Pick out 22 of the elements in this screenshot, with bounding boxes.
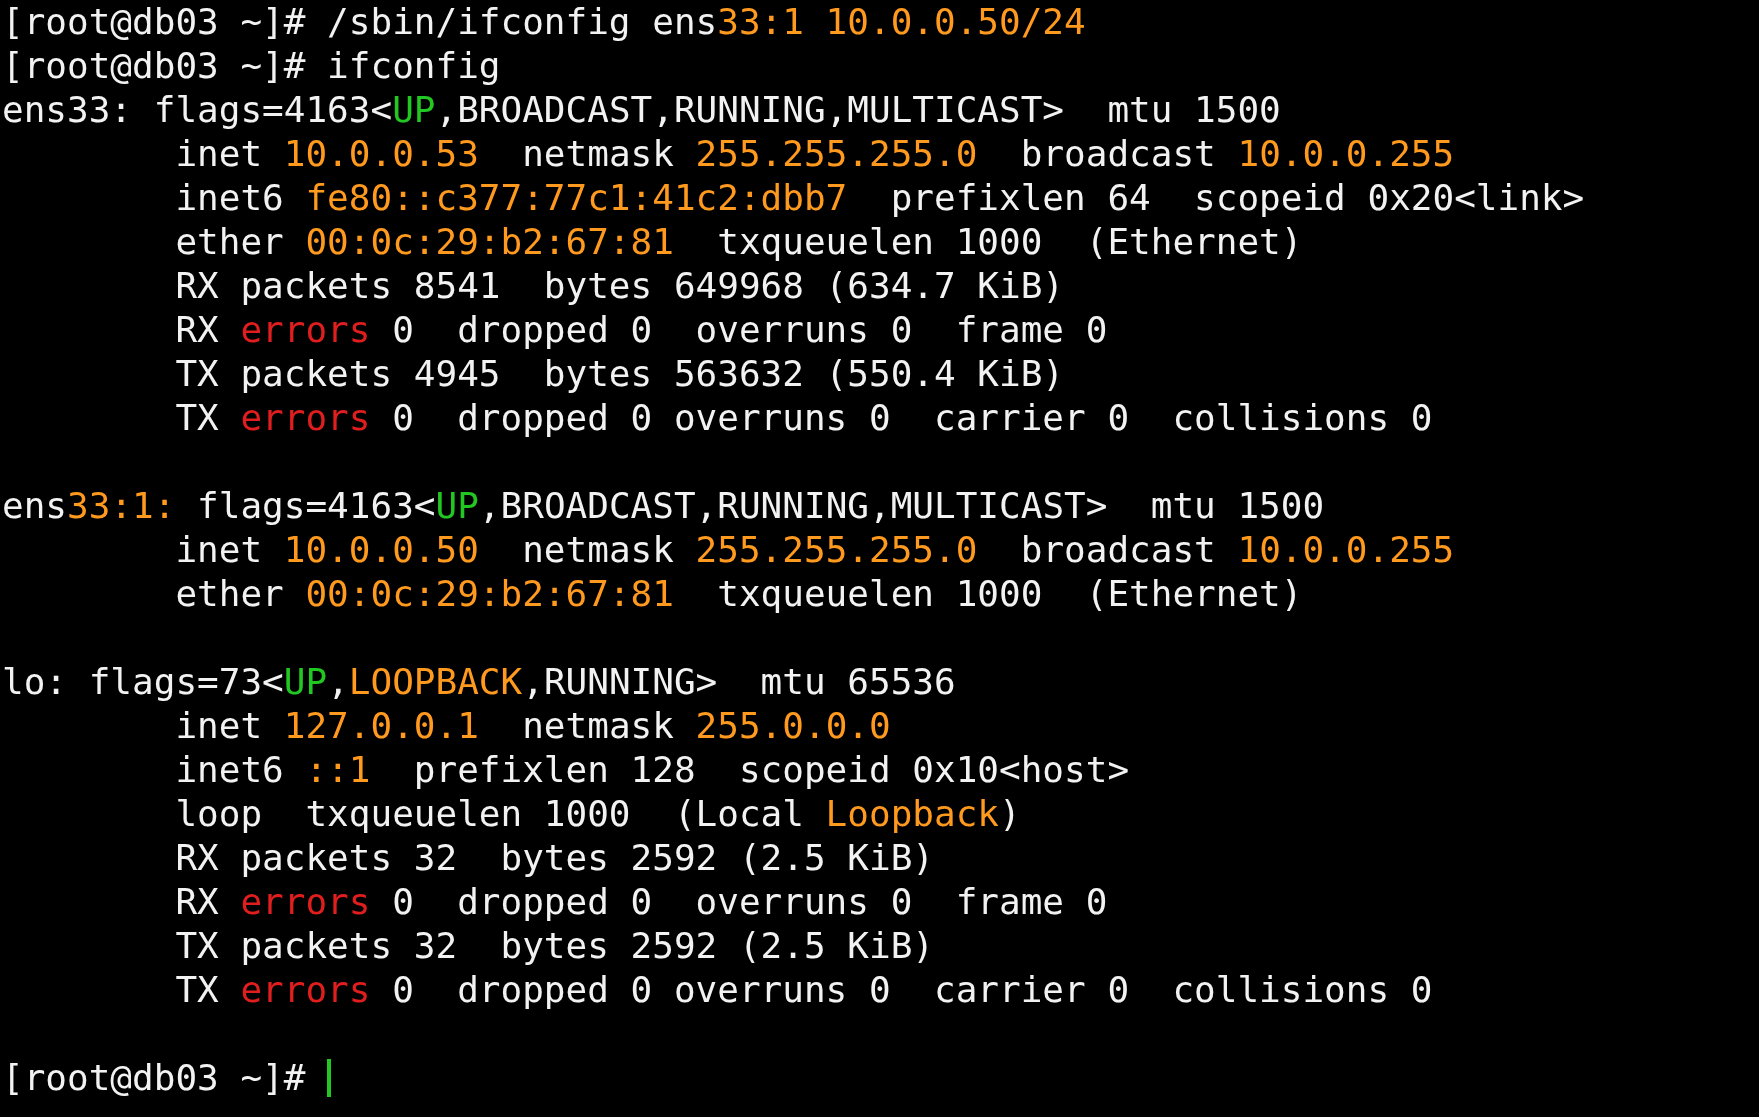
terminal-line: RX packets 8541 bytes 649968 (634.7 KiB) xyxy=(174,264,1065,308)
terminal-line: [root@db03 ~]# ifconfig xyxy=(2,44,501,88)
terminal-line: loop txqueuelen 1000 (Local Loopback) xyxy=(174,792,1021,836)
terminal-line: inet6 fe80::c377:77c1:41c2:dbb7 prefixlen 64 scopeid 0x20<link> xyxy=(174,176,1585,220)
shell-prompt: [root@db03 ~]# xyxy=(2,1056,307,1100)
terminal-line: ens33: flags=4163<UP,BROADCAST,RUNNING,MULTICAST> mtu 1500 xyxy=(2,88,1281,132)
terminal-line: ether 00:0c:29:b2:67:81 txqueuelen 1000 (Ethernet) xyxy=(174,572,1303,616)
terminal-line: inet6 ::1 prefixlen 128 scopeid 0x10<host> xyxy=(174,748,1130,792)
terminal-line: TX packets 4945 bytes 563632 (550.4 KiB) xyxy=(174,352,1065,396)
terminal-line: RX errors 0 dropped 0 overruns 0 frame 0 xyxy=(174,880,1108,924)
terminal-line: [root@db03 ~]# /sbin/ifconfig ens33:1 10.0.0.50/24 xyxy=(2,0,1086,44)
terminal-line: RX errors 0 dropped 0 overruns 0 frame 0 xyxy=(174,308,1108,352)
terminal-line: inet 10.0.0.50 netmask 255.255.255.0 broadcast 10.0.0.255 xyxy=(174,528,1455,572)
terminal-line: inet 127.0.0.1 netmask 255.0.0.0 xyxy=(174,704,891,748)
terminal-line: TX packets 32 bytes 2592 (2.5 KiB) xyxy=(174,924,934,968)
terminal-line: inet 10.0.0.53 netmask 255.255.255.0 broadcast 10.0.0.255 xyxy=(174,132,1455,176)
terminal-line: ens33:1: flags=4163<UP,BROADCAST,RUNNING,MULTICAST> mtu 1500 xyxy=(2,484,1325,528)
terminal-line: ether 00:0c:29:b2:67:81 txqueuelen 1000 (Ethernet) xyxy=(174,220,1303,264)
terminal-line: lo: flags=73<UP,LOOPBACK,RUNNING> mtu 65536 xyxy=(2,660,956,704)
terminal-line: RX packets 32 bytes 2592 (2.5 KiB) xyxy=(174,836,934,880)
terminal-line: TX errors 0 dropped 0 overruns 0 carrier 0 collisions 0 xyxy=(174,396,1433,440)
terminal-line: TX errors 0 dropped 0 overruns 0 carrier 0 collisions 0 xyxy=(174,968,1433,1012)
